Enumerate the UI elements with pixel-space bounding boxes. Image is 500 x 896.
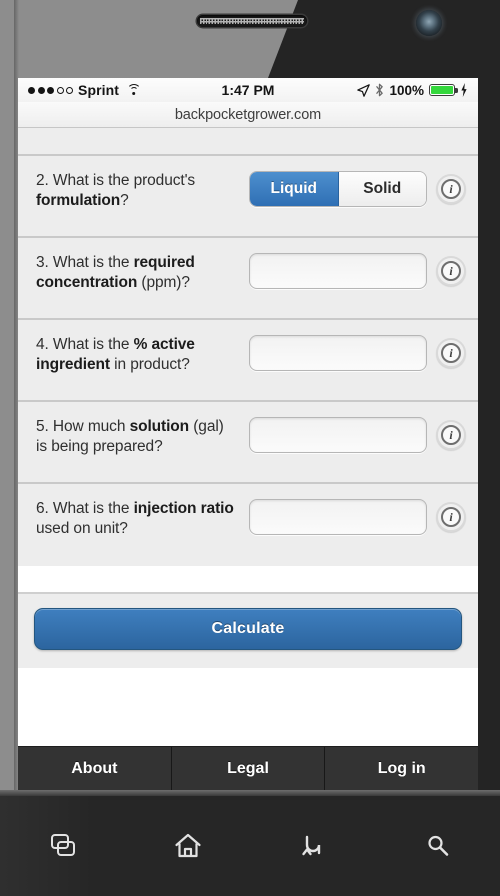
question-row-partial-above: [18, 128, 478, 156]
browser-url-bar[interactable]: backpocketgrower.com: [18, 102, 478, 128]
android-navigation-bar: [0, 790, 500, 896]
bluetooth-icon: [376, 83, 384, 97]
question-control-q3: i: [234, 251, 466, 289]
info-icon-glyph: i: [441, 261, 461, 281]
nav-icon-row: [0, 796, 500, 896]
question-label-q6: 6. What is the injection ratio used on u…: [36, 500, 234, 537]
footer-tab-bar: About Legal Log in: [18, 746, 478, 790]
question-control-q4: i: [234, 333, 466, 371]
status-bar-right: 100%: [357, 83, 468, 98]
question-row-q6: 6. What is the injection ratio used on u…: [18, 484, 478, 566]
phone-frame: Sprint 1:47 PM 100% backpocketgrower.com…: [0, 0, 500, 896]
front-camera-icon: [416, 10, 442, 36]
status-bar-left: Sprint: [28, 82, 141, 98]
phone-screen: Sprint 1:47 PM 100% backpocketgrower.com…: [18, 78, 478, 790]
question-control-q2: Liquid Solid i: [234, 169, 466, 207]
charging-bolt-icon: [461, 83, 467, 97]
footer-tab-log-in[interactable]: Log in: [324, 747, 478, 790]
info-icon-glyph: i: [441, 507, 461, 527]
battery-percent-label: 100%: [389, 82, 424, 98]
info-icon-q3[interactable]: i: [436, 256, 466, 286]
search-icon: [427, 835, 448, 856]
info-icon-q5[interactable]: i: [436, 420, 466, 450]
question-control-q6: i: [234, 497, 466, 535]
home-button[interactable]: [125, 796, 250, 896]
home-icon: [174, 833, 201, 858]
input-q5[interactable]: [249, 417, 427, 453]
info-icon-glyph: i: [441, 425, 461, 445]
input-q4[interactable]: [249, 335, 427, 371]
question-control-q5: i: [234, 415, 466, 453]
search-button[interactable]: [375, 796, 500, 896]
footer-tab-legal[interactable]: Legal: [170, 747, 325, 790]
page-body: 2. What is the product's formulation? Liq…: [18, 128, 478, 790]
battery-icon: [429, 84, 458, 96]
formulation-segmented-control[interactable]: Liquid Solid: [249, 171, 427, 207]
calculate-button[interactable]: Calculate: [34, 608, 462, 650]
recent-apps-button[interactable]: [0, 796, 125, 896]
question-row-q4: 4. What is the % active ingredient in pr…: [18, 320, 478, 402]
status-bar: Sprint 1:47 PM 100%: [18, 78, 478, 102]
carrier-label: Sprint: [78, 82, 120, 98]
footer-tab-about[interactable]: About: [18, 747, 171, 790]
segment-option-liquid[interactable]: Liquid: [250, 172, 339, 206]
section-gap: [18, 566, 478, 592]
signal-strength-icon: [28, 86, 73, 94]
bezel-upper-light: [0, 0, 298, 78]
info-icon-q4[interactable]: i: [436, 338, 466, 368]
battery-fill: [431, 86, 453, 94]
segment-option-solid[interactable]: Solid: [338, 172, 426, 206]
info-icon-glyph: i: [441, 179, 461, 199]
question-row-q3: 3. What is the required concentration (p…: [18, 238, 478, 320]
url-text: backpocketgrower.com: [174, 106, 322, 123]
speaker-grille-icon: [197, 15, 307, 27]
question-label-q5: 5. How much solution (gal) is being prep…: [36, 418, 224, 455]
info-icon-glyph: i: [441, 343, 461, 363]
info-icon-q2[interactable]: i: [436, 174, 466, 204]
calculate-section: Calculate: [18, 592, 478, 668]
input-q6[interactable]: [249, 499, 427, 535]
back-button[interactable]: [250, 796, 375, 896]
question-list: 2. What is the product's formulation? Liq…: [18, 128, 478, 566]
question-label-q2: 2. What is the product's formulation?: [36, 172, 196, 209]
recent-apps-icon: [50, 834, 75, 856]
back-icon: [301, 835, 320, 856]
info-icon-q6[interactable]: i: [436, 502, 466, 532]
question-label-q3: 3. What is the required concentration (p…: [36, 254, 195, 291]
question-label-q4: 4. What is the % active ingredient in pr…: [36, 336, 195, 373]
question-row-q2: 2. What is the product's formulation? Liq…: [18, 156, 478, 238]
input-q3[interactable]: [249, 253, 427, 289]
question-row-q5: 5. How much solution (gal) is being prep…: [18, 402, 478, 484]
wifi-icon: [126, 84, 141, 96]
location-arrow-icon: [357, 83, 371, 97]
